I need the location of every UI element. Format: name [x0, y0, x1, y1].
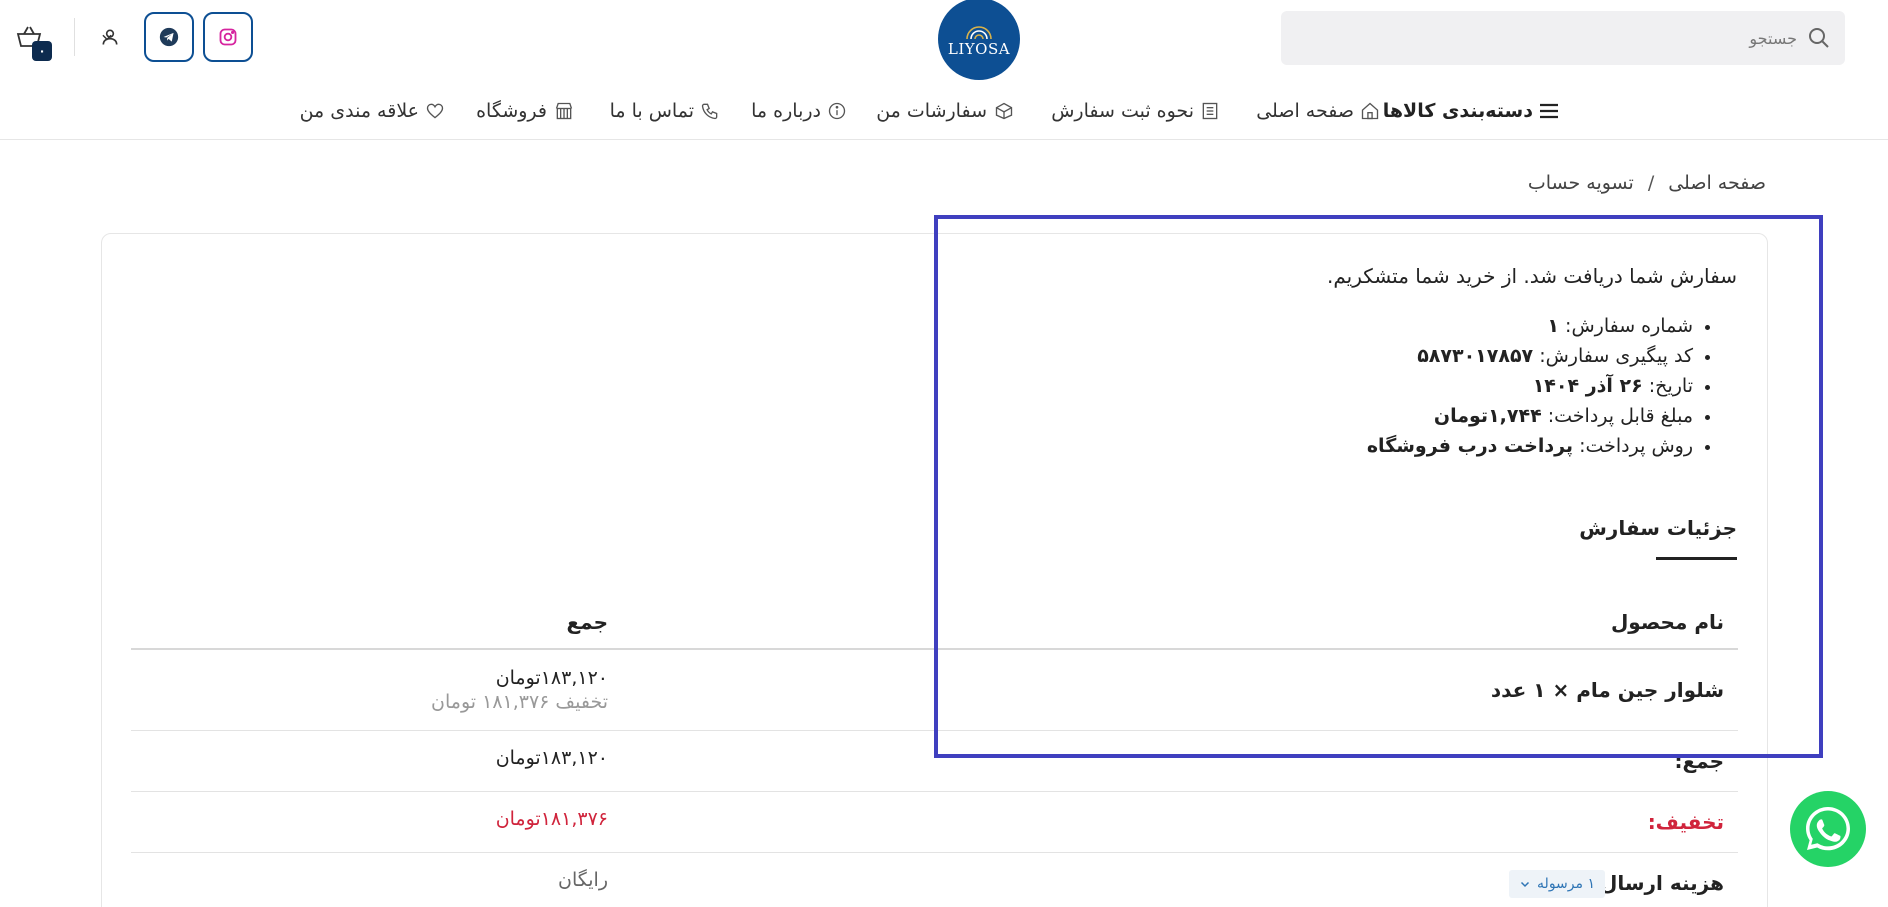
order-date-label: تاریخ:	[1648, 375, 1693, 397]
discount-value: ۱۸۱,۳۷۶تومان	[495, 808, 608, 830]
order-total-label: مبلغ قابل پرداخت:	[1547, 405, 1693, 427]
order-payment-method-value: پرداخت درب فروشگاه	[1366, 435, 1574, 457]
order-details-title: جزئیات سفارش	[1579, 516, 1737, 540]
nav-contact[interactable]: تماس با ما	[610, 94, 720, 128]
search-box[interactable]	[1281, 11, 1845, 65]
nav-home-label: صفحه اصلی	[1256, 100, 1354, 122]
nav-wishlist[interactable]: علاقه مندی من	[300, 94, 445, 128]
nav-wishlist-label: علاقه مندی من	[299, 100, 419, 122]
order-payment-method-item: روش پرداخت: پرداخت درب فروشگاه	[1367, 431, 1693, 461]
nav-home[interactable]: صفحه اصلی	[1256, 94, 1380, 128]
cart-count-badge: ۰	[32, 41, 52, 61]
order-payment-method-label: روش پرداخت:	[1579, 435, 1693, 457]
nav-about[interactable]: درباره ما	[751, 94, 847, 128]
logo-arc-icon	[966, 26, 992, 40]
search-input[interactable]	[1317, 11, 1797, 65]
product-column-header: نام محصول	[1610, 610, 1724, 634]
document-icon	[1202, 102, 1218, 120]
shipping-label: هزینه ارسال:	[1592, 871, 1724, 895]
order-details-title-underline	[1656, 557, 1737, 560]
site-header: LIYOSA ۰ دسته‌بندی کالاها	[0, 0, 1888, 140]
instagram-button[interactable]	[203, 12, 253, 62]
order-date-item: تاریخ: ۲۶ آذر ۱۴۰۴	[1367, 371, 1693, 401]
nav-shop-label: فروشگاه	[476, 100, 547, 122]
nav-categories[interactable]: دسته‌بندی کالاها	[1383, 94, 1559, 128]
table-row: شلوار جین مام × ۱ عدد ۱۸۳,۱۲۰تومان تخفیف…	[131, 650, 1738, 731]
breadcrumb-separator: /	[1647, 172, 1655, 194]
telegram-button[interactable]	[144, 12, 194, 62]
shipping-value: رایگان	[558, 869, 608, 891]
order-tracking-code-item: کد پیگیری سفارش: ۵۸۷۳۰۱۷۸۵۷	[1367, 341, 1693, 371]
box-icon	[995, 102, 1013, 120]
chevron-down-icon	[102, 34, 112, 41]
instagram-icon	[219, 28, 237, 46]
breadcrumb-current: تسویه حساب	[1527, 172, 1634, 194]
order-overview-list: شماره سفارش: ۱ کد پیگیری سفارش: ۵۸۷۳۰۱۷۸…	[1367, 311, 1713, 461]
nav-categories-label: دسته‌بندی کالاها	[1382, 100, 1533, 122]
order-tracking-code-value: ۵۸۷۳۰۱۷۸۵۷	[1417, 345, 1534, 367]
order-date-value: ۲۶ آذر ۱۴۰۴	[1532, 375, 1643, 397]
product-name[interactable]: شلوار جین مام × ۱ عدد	[1491, 678, 1724, 702]
order-number-item: شماره سفارش: ۱	[1367, 311, 1693, 341]
product-saving: تخفیف ۱۸۱,۳۷۶ تومان	[431, 691, 608, 713]
user-menu[interactable]	[100, 24, 134, 50]
nav-my-orders-label: سفارشات من	[876, 100, 987, 122]
product-price: ۱۸۳,۱۲۰تومان	[495, 667, 608, 689]
discount-label: تخفیف:	[1647, 810, 1724, 834]
nav-about-label: درباره ما	[751, 100, 821, 122]
discount-row: تخفیف: ۱۸۱,۳۷۶تومان	[131, 792, 1738, 853]
subtotal-row: جمع: ۱۸۳,۱۲۰تومان	[131, 731, 1738, 792]
heart-icon	[426, 103, 444, 119]
nav-my-orders[interactable]: سفارشات من	[876, 94, 1015, 128]
main-nav: دسته‌بندی کالاها صفحه اصلی نحوه ثبت سفار…	[0, 94, 1888, 128]
shipment-count-dropdown[interactable]: ۱ مرسوله	[1509, 870, 1605, 898]
order-thanks-message: سفارش شما دریافت شد. از خرید شما متشکریم…	[1327, 264, 1737, 288]
nav-how-to-order[interactable]: نحوه ثبت سفارش	[1051, 94, 1220, 128]
subtotal-value: ۱۸۳,۱۲۰تومان	[495, 747, 608, 769]
search-icon[interactable]	[1807, 26, 1831, 50]
subtotal-label: جمع:	[1674, 749, 1724, 773]
nav-contact-label: تماس با ما	[609, 100, 694, 122]
breadcrumb-home[interactable]: صفحه اصلی	[1668, 172, 1766, 194]
telegram-icon	[159, 27, 179, 47]
site-logo[interactable]: LIYOSA	[938, 0, 1020, 80]
shipping-row: هزینه ارسال: ۱ مرسوله رایگان	[131, 853, 1738, 907]
whatsapp-button[interactable]	[1790, 791, 1866, 867]
order-total-value: ۱,۷۴۴تومان	[1433, 405, 1542, 427]
chevron-down-icon	[1521, 881, 1530, 888]
logo-text: LIYOSA	[947, 40, 1011, 58]
menu-icon	[1540, 103, 1558, 119]
nav-shop[interactable]: فروشگاه	[476, 94, 575, 128]
home-icon	[1361, 102, 1379, 120]
header-divider	[74, 18, 75, 56]
order-total-item: مبلغ قابل پرداخت: ۱,۷۴۴تومان	[1367, 401, 1693, 431]
cart-button[interactable]: ۰	[16, 25, 56, 65]
info-icon	[828, 102, 846, 120]
total-column-header: جمع	[566, 610, 608, 634]
phone-icon	[701, 103, 718, 120]
order-number-label: شماره سفارش:	[1565, 315, 1693, 337]
whatsapp-icon	[1806, 807, 1850, 851]
order-table-header: نام محصول جمع	[131, 596, 1738, 650]
order-tracking-code-label: کد پیگیری سفارش:	[1539, 345, 1693, 367]
store-icon	[555, 102, 573, 120]
breadcrumb: صفحه اصلی / تسویه حساب	[1528, 172, 1766, 194]
shipment-count-label: ۱ مرسوله	[1537, 876, 1595, 892]
order-number-value: ۱	[1547, 315, 1559, 337]
nav-how-to-order-label: نحوه ثبت سفارش	[1051, 100, 1194, 122]
